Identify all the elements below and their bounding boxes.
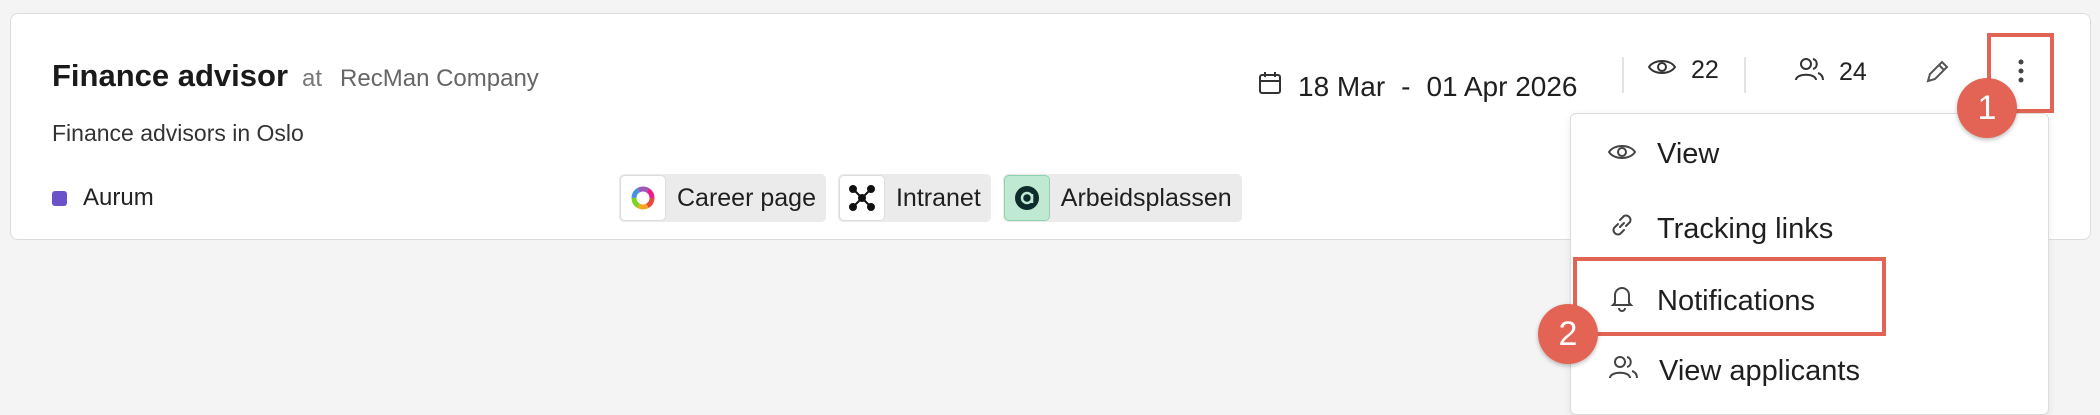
- divider: [1622, 57, 1624, 93]
- job-title[interactable]: Finance advisor: [52, 58, 288, 94]
- publish-channels: Career page Intranet Arbeidsplassen: [619, 174, 1242, 222]
- menu-item-view-applicants[interactable]: View applicants: [1607, 354, 1860, 388]
- menu-item-label: View applicants: [1659, 354, 1860, 387]
- notifications-highlight: [1573, 257, 1886, 336]
- menu-item-tracking-links[interactable]: Tracking links: [1607, 210, 1833, 248]
- eye-icon: [1647, 56, 1677, 85]
- users-icon: [1607, 354, 1639, 388]
- arbeidsplassen-icon: [1003, 175, 1050, 221]
- applicants-stat[interactable]: 24: [1793, 56, 1867, 89]
- kebab-icon: [2017, 58, 2025, 89]
- views-count: 22: [1691, 56, 1719, 84]
- at-label: at: [302, 65, 323, 92]
- job-subtitle: Finance advisors in Oslo: [52, 120, 304, 146]
- link-icon: [1607, 210, 1637, 248]
- calendar-icon: [1258, 70, 1282, 103]
- tag-color-dot: [52, 190, 67, 206]
- career-page-icon: [620, 175, 666, 221]
- channel-label: Arbeidsplassen: [1060, 183, 1232, 212]
- intranet-icon: [838, 175, 885, 221]
- date-separator: -: [1401, 70, 1411, 102]
- edit-pencil-icon[interactable]: [1923, 58, 1951, 91]
- tag-label: Aurum: [83, 184, 154, 211]
- menu-item-label: Tracking links: [1657, 212, 1834, 245]
- project-tag: Aurum: [52, 184, 154, 212]
- channel-intranet[interactable]: Intranet: [837, 174, 991, 222]
- channel-arbeidsplassen[interactable]: Arbeidsplassen: [1002, 174, 1242, 222]
- menu-item-view[interactable]: View: [1607, 138, 1719, 171]
- end-date: 01 Apr 2026: [1426, 70, 1578, 102]
- company-name: RecMan Company: [340, 65, 539, 92]
- step-badge-1: 1: [1957, 78, 2017, 138]
- channel-career-page[interactable]: Career page: [619, 174, 826, 222]
- divider: [1744, 57, 1746, 93]
- channel-label: Intranet: [895, 183, 981, 212]
- start-date: 18 Mar: [1298, 70, 1386, 102]
- title-row: Finance advisor at RecMan Company: [52, 58, 539, 94]
- eye-icon: [1607, 138, 1637, 171]
- channel-label: Career page: [677, 183, 816, 212]
- publish-period: 18 Mar - 01 Apr 2026: [1258, 70, 1578, 103]
- step-badge-2: 2: [1538, 304, 1598, 364]
- views-stat: 22: [1647, 56, 1719, 85]
- applicants-count: 24: [1839, 58, 1867, 86]
- users-icon: [1793, 56, 1825, 89]
- menu-item-label: View: [1657, 138, 1720, 170]
